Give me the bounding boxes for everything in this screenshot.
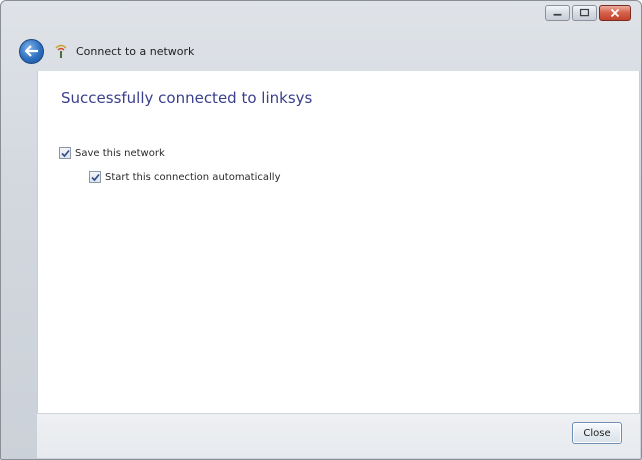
save-network-option[interactable]: Save this network bbox=[59, 147, 165, 159]
caption-buttons bbox=[545, 5, 631, 21]
dialog-window: Connect to a network Successfully connec… bbox=[0, 0, 642, 460]
checkmark-icon bbox=[90, 173, 100, 181]
auto-connect-option[interactable]: Start this connection automatically bbox=[89, 171, 280, 183]
minimize-button[interactable] bbox=[545, 5, 570, 21]
dialog-footer: Close bbox=[37, 413, 640, 458]
back-arrow-icon bbox=[24, 45, 38, 57]
content-pane: Successfully connected to linksys Save t… bbox=[37, 71, 640, 413]
close-icon bbox=[610, 8, 620, 18]
title-bar[interactable] bbox=[1, 1, 641, 33]
navigation-row: Connect to a network bbox=[19, 37, 194, 65]
auto-connect-label: Start this connection automatically bbox=[105, 171, 281, 183]
checkmark-icon bbox=[60, 149, 70, 157]
close-button[interactable]: Close bbox=[572, 422, 622, 444]
close-window-button[interactable] bbox=[599, 5, 631, 21]
maximize-button[interactable] bbox=[572, 5, 597, 21]
page-heading: Successfully connected to linksys bbox=[61, 89, 313, 107]
save-network-checkbox[interactable] bbox=[59, 147, 71, 159]
back-button[interactable] bbox=[19, 38, 44, 64]
auto-connect-checkbox[interactable] bbox=[89, 171, 101, 183]
maximize-icon bbox=[579, 8, 590, 17]
wireless-network-icon bbox=[55, 44, 67, 58]
save-network-label: Save this network bbox=[75, 147, 165, 159]
minimize-icon bbox=[553, 13, 562, 16]
window-title: Connect to a network bbox=[76, 44, 195, 58]
